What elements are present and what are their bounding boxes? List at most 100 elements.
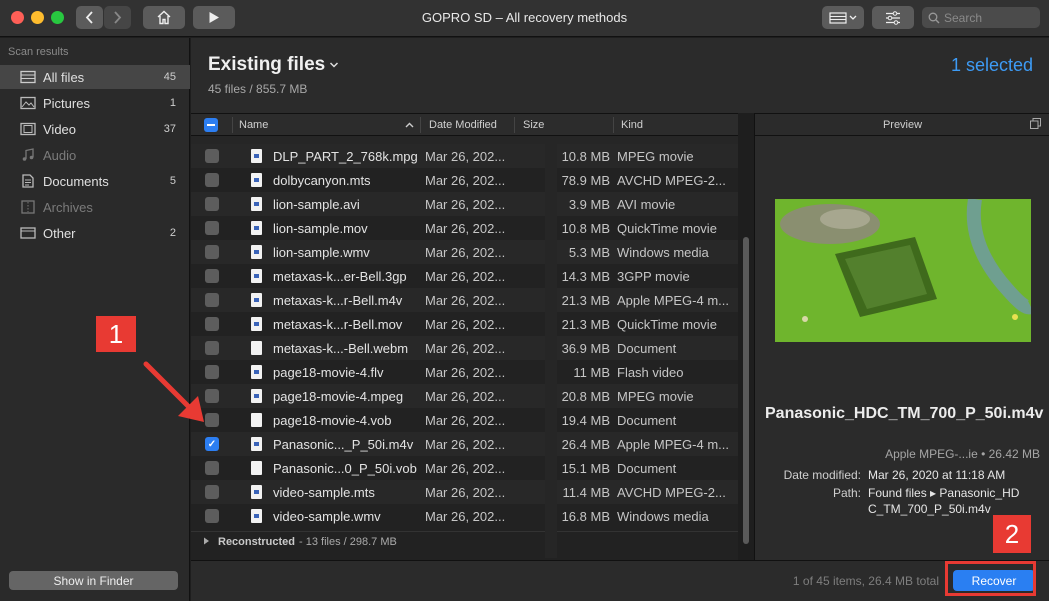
stack-icon — [18, 69, 38, 85]
other-icon — [18, 225, 38, 241]
sidebar-item-label: Pictures — [43, 95, 90, 111]
cell-name: metaxas-k...r-Bell.m4v — [273, 293, 403, 308]
table-row[interactable]: page18-movie-4.mpeg Mar 26, 202... 20.8 MB… — [191, 384, 738, 408]
cell-kind: Document — [617, 461, 677, 476]
reconstructed-label: Reconstructed — [218, 536, 296, 548]
row-checkbox[interactable] — [205, 269, 219, 283]
row-checkbox[interactable] — [205, 461, 219, 475]
film-icon — [18, 121, 38, 137]
step-2-badge: 2 — [993, 515, 1031, 553]
cell-date: Mar 26, 202... — [425, 365, 506, 380]
view-options-button[interactable] — [822, 6, 864, 29]
row-checkbox[interactable] — [205, 173, 219, 187]
row-checkbox[interactable] — [205, 485, 219, 499]
cell-kind: AVCHD MPEG-2... — [617, 485, 726, 500]
cell-kind: Apple MPEG-4 m... — [617, 437, 729, 452]
column-header-date[interactable]: Date Modified — [429, 119, 497, 131]
table-row[interactable]: lion-sample.mov Mar 26, 202... 10.8 MB Quic… — [191, 216, 738, 240]
row-checkbox[interactable] — [205, 245, 219, 259]
sidebar-item-documents[interactable]: Documents 5 — [0, 169, 190, 193]
preview-file-name: Panasonic_HDC_TM_700_P_50i.m4v — [765, 405, 1044, 422]
table-row[interactable]: DLP_PART_2_768k.mpg Mar 26, 202... 10.8 MB… — [191, 144, 738, 168]
table-row[interactable]: lion-sample.avi Mar 26, 202... 3.9 MB AVI m… — [191, 192, 738, 216]
sidebar-item-label: Archives — [43, 199, 93, 215]
row-checkbox[interactable] — [205, 221, 219, 235]
sidebar-item-label: Other — [43, 225, 76, 241]
sidebar-item-audio[interactable]: Audio — [0, 143, 190, 167]
selected-count[interactable]: 1 selected — [951, 55, 1033, 76]
column-header-kind[interactable]: Kind — [621, 119, 643, 131]
row-checkbox[interactable]: ✓ — [205, 437, 219, 451]
table-row[interactable]: metaxas-k...-Bell.webm Mar 26, 202... 36.9… — [191, 336, 738, 360]
cell-name: page18-movie-4.mpeg — [273, 389, 404, 404]
row-checkbox[interactable] — [205, 341, 219, 355]
sidebar-item-video[interactable]: Video 37 — [0, 117, 190, 141]
results-header: Existing files 45 files / 855.7 MB 1 sel… — [191, 38, 1049, 113]
search-box[interactable] — [922, 7, 1040, 28]
cell-name: page18-movie-4.flv — [273, 365, 384, 380]
video-file-icon — [251, 365, 262, 379]
cell-size: 36.9 MB — [561, 341, 610, 356]
sidebar: Scan results All files 45 Pictures 1 Video 37… — [0, 38, 190, 601]
date-modified-value: Mar 26, 2020 at 11:18 AM — [868, 468, 1006, 482]
table-row[interactable]: metaxas-k...r-Bell.m4v Mar 26, 202... 21.3… — [191, 288, 738, 312]
cell-date: Mar 26, 202... — [425, 341, 506, 356]
sidebar-item-all-files[interactable]: All files 45 — [0, 65, 190, 89]
search-input[interactable] — [944, 10, 1034, 25]
sidebar-item-pictures[interactable]: Pictures 1 — [0, 91, 190, 115]
table-row[interactable]: Panasonic...0_P_50i.vob Mar 26, 202... 15.… — [191, 456, 738, 480]
preview-panel: Preview Panasonic_HDC_TM_700_P_50i.m4v A… — [754, 113, 1049, 560]
copy-icon[interactable] — [1030, 118, 1041, 129]
cell-date: Mar 26, 202... — [425, 173, 506, 188]
table-row[interactable]: video-sample.mts Mar 26, 202... 11.4 MB AVC… — [191, 480, 738, 504]
filter-settings-button[interactable] — [872, 6, 914, 29]
table-row[interactable]: video-sample.wmv Mar 26, 202... 16.8 MB Win… — [191, 504, 738, 528]
sidebar-heading: Scan results — [8, 46, 69, 58]
table-scrollbar[interactable] — [743, 237, 749, 544]
row-checkbox[interactable] — [205, 149, 219, 163]
table-row[interactable]: metaxas-k...r-Bell.mov Mar 26, 202... 21.3… — [191, 312, 738, 336]
cell-size: 20.8 MB — [561, 389, 610, 404]
row-checkbox[interactable] — [205, 509, 219, 523]
table-row[interactable]: metaxas-k...er-Bell.3gp Mar 26, 202... 14.… — [191, 264, 738, 288]
cell-name: DLP_PART_2_768k.mpg — [273, 149, 418, 164]
picture-icon — [18, 95, 38, 111]
cell-name: video-sample.mts — [273, 485, 375, 500]
column-header-name[interactable]: Name — [239, 119, 268, 131]
status-text: 1 of 45 items, 26.4 MB total — [792, 574, 939, 588]
video-file-icon — [251, 197, 262, 211]
cell-kind: Windows media — [617, 509, 709, 524]
sliders-icon — [886, 10, 900, 25]
sidebar-item-other[interactable]: Other 2 — [0, 221, 190, 245]
cell-name: Panasonic..._P_50i.m4v — [273, 437, 414, 452]
row-checkbox[interactable] — [205, 317, 219, 331]
cell-name: video-sample.wmv — [273, 509, 381, 524]
show-in-finder-button[interactable]: Show in Finder — [9, 571, 178, 590]
cell-date: Mar 26, 202... — [425, 221, 506, 236]
cell-kind: QuickTime movie — [617, 317, 717, 332]
view-selector[interactable]: Existing files — [208, 54, 339, 76]
row-checkbox[interactable] — [205, 293, 219, 307]
table-row[interactable]: page18-movie-4.flv Mar 26, 202... 11 MB Fla… — [191, 360, 738, 384]
column-header-size[interactable]: Size — [523, 119, 544, 131]
cell-kind: Document — [617, 341, 677, 356]
sidebar-item-archives[interactable]: Archives — [0, 195, 190, 219]
table-row[interactable]: lion-sample.wmv Mar 26, 202... 5.3 MB Windo… — [191, 240, 738, 264]
sidebar-item-count: 5 — [169, 175, 176, 187]
cell-date: Mar 26, 202... — [425, 245, 506, 260]
disclosure-triangle-icon — [204, 537, 209, 545]
cell-date: Mar 26, 202... — [425, 437, 506, 452]
row-checkbox[interactable] — [205, 197, 219, 211]
cell-size: 19.4 MB — [561, 413, 610, 428]
reconstructed-group[interactable]: Reconstructed - 13 files / 298.7 MB — [191, 531, 738, 551]
table-row[interactable]: dolbycanyon.mts Mar 26, 202... 78.9 MB AVCH… — [191, 168, 738, 192]
select-all-checkbox[interactable] — [204, 118, 218, 132]
table-row[interactable]: ✓ Panasonic..._P_50i.m4v Mar 26, 202... 26.… — [191, 432, 738, 456]
sidebar-item-label: Documents — [43, 173, 109, 189]
cell-name: lion-sample.mov — [273, 221, 368, 236]
table-row[interactable]: page18-movie-4.vob Mar 26, 202... 19.4 MB D… — [191, 408, 738, 432]
path-value-line1: Found files ▸ Panasonic_HD — [868, 486, 1020, 500]
cell-name: lion-sample.avi — [273, 197, 360, 212]
path-label: Path: — [832, 486, 861, 500]
video-file-icon — [251, 437, 262, 451]
